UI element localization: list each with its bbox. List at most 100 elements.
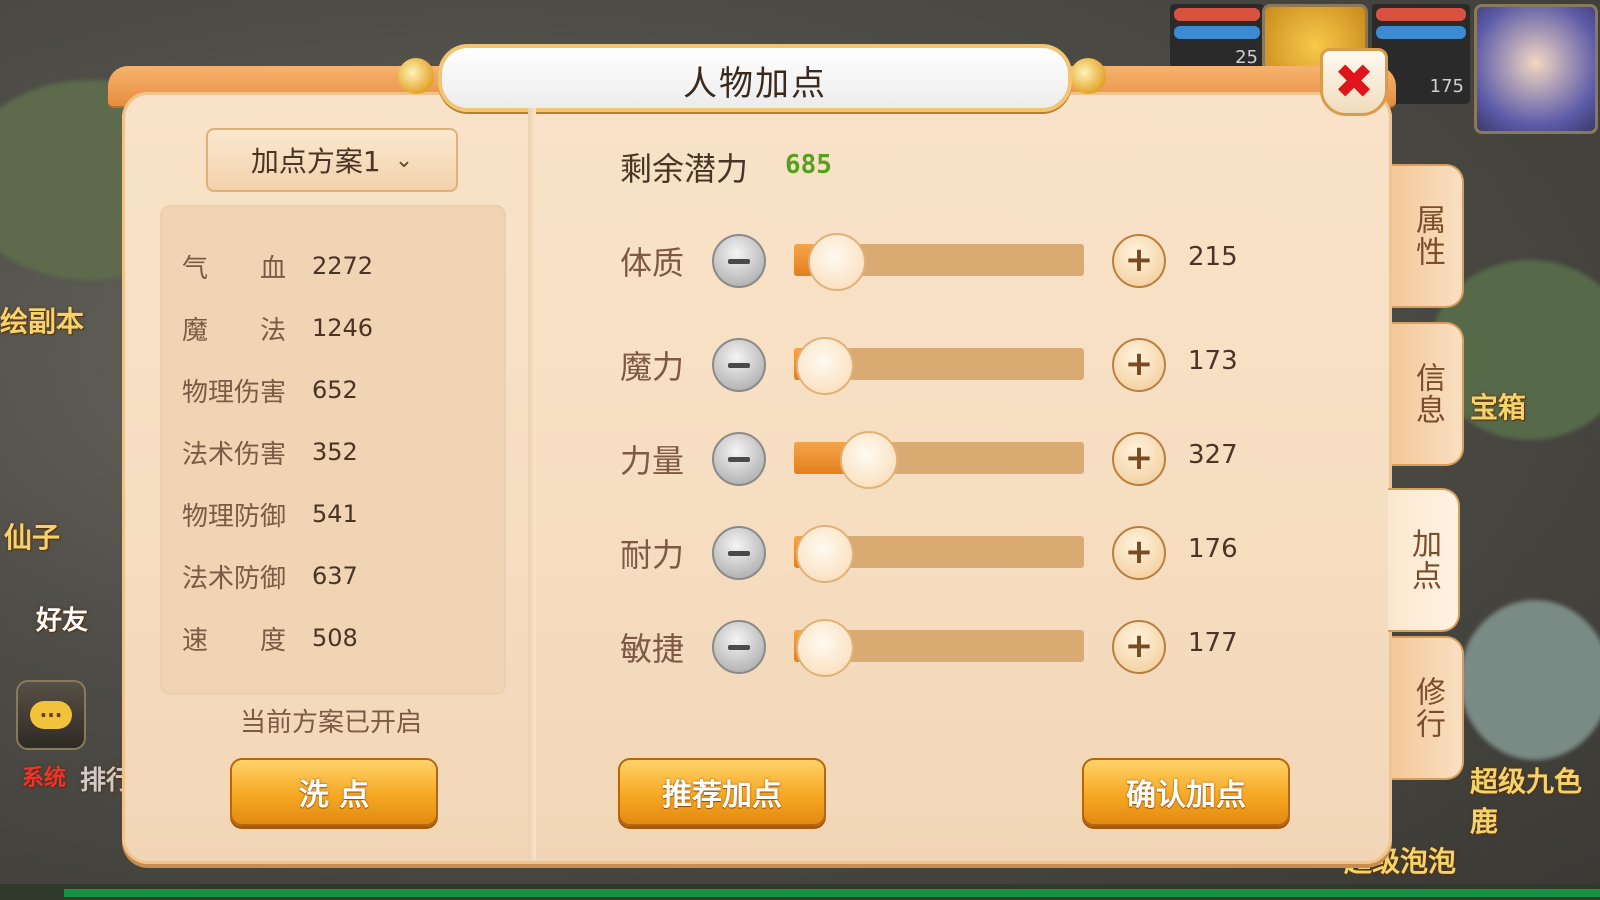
stat-row: 速 度 508 <box>182 618 358 658</box>
title-plate: 人物加点 <box>438 44 1072 112</box>
bg-label-dungeon[interactable]: 绘副本 <box>0 300 84 340</box>
close-icon: ✖ <box>1333 54 1375 110</box>
player-avatar[interactable] <box>1474 4 1598 134</box>
stat-value: 508 <box>312 624 358 652</box>
stat-label: 魔 法 <box>182 315 287 346</box>
recommend-points-button[interactable]: 推荐加点 <box>618 758 826 826</box>
minus-icon <box>728 550 750 556</box>
plus-icon: + <box>1124 437 1154 478</box>
stat-row: 法术伤害 352 <box>182 432 358 472</box>
increase-button[interactable]: + <box>1112 338 1166 392</box>
attribute-value: 177 <box>1188 628 1238 658</box>
stat-label: 法术伤害 <box>182 439 287 470</box>
plus-icon: + <box>1124 625 1154 666</box>
stat-label: 法术防御 <box>182 563 287 594</box>
increase-button[interactable]: + <box>1112 432 1166 486</box>
stat-value: 652 <box>312 376 358 404</box>
decrease-button[interactable] <box>712 526 766 580</box>
pet-level: 25 <box>1235 47 1258 68</box>
plan-dropdown[interactable]: 加点方案1 ⌄ <box>206 128 458 192</box>
decrease-button[interactable] <box>712 432 766 486</box>
minus-icon <box>728 644 750 650</box>
stat-label: 速 度 <box>182 625 287 656</box>
page-title: 人物加点 <box>683 64 827 104</box>
bg-label-friends[interactable]: 好友 <box>36 600 88 637</box>
stat-row: 物理伤害 652 <box>182 370 358 410</box>
close-button[interactable]: ✖ <box>1320 48 1388 116</box>
attribute-value: 215 <box>1188 242 1238 272</box>
bg-label-deer[interactable]: 超级九色鹿 <box>1470 760 1600 840</box>
stat-row: 气 血 2272 <box>182 246 373 286</box>
stat-label: 物理伤害 <box>182 377 287 408</box>
slider-thumb[interactable] <box>807 233 866 291</box>
stat-value: 541 <box>312 500 358 528</box>
column-divider <box>528 108 536 860</box>
chevron-down-icon: ⌄ <box>394 147 414 173</box>
side-tab[interactable]: 信息 <box>1392 322 1464 466</box>
increase-button[interactable]: + <box>1112 526 1166 580</box>
attribute-label: 力量 <box>620 442 685 480</box>
decrease-button[interactable] <box>712 620 766 674</box>
attribute-label: 魔力 <box>620 348 685 386</box>
plus-icon: + <box>1124 343 1154 384</box>
mp-bar <box>1376 26 1466 39</box>
bg-label-fairy[interactable]: 仙子 <box>4 516 60 556</box>
attribute-value: 327 <box>1188 440 1238 470</box>
side-tab-label: 属性 <box>1410 204 1445 268</box>
stat-row: 魔 法 1246 <box>182 308 373 348</box>
increase-button[interactable]: + <box>1112 620 1166 674</box>
side-tab-label: 信息 <box>1410 362 1445 426</box>
minus-icon <box>728 456 750 462</box>
side-tab-label: 修行 <box>1410 676 1445 740</box>
stat-label: 物理防御 <box>182 501 287 532</box>
stat-value: 1246 <box>312 314 374 342</box>
pet-status-bars: 25 <box>1170 4 1264 68</box>
slider-thumb[interactable] <box>839 431 898 489</box>
hp-bar <box>1376 8 1466 21</box>
experience-fill <box>64 889 1600 897</box>
plus-icon: + <box>1124 531 1154 572</box>
scene-creature <box>1460 600 1600 760</box>
minus-icon <box>728 258 750 264</box>
side-tab-label: 加点 <box>1406 528 1441 592</box>
increase-button[interactable]: + <box>1112 234 1166 288</box>
mp-bar <box>1174 26 1260 39</box>
stat-row: 法术防御 637 <box>182 556 358 596</box>
attribute-slider[interactable] <box>794 233 1084 291</box>
ornament-left-icon <box>398 58 434 94</box>
attribute-value: 176 <box>1188 534 1238 564</box>
slider-thumb[interactable] <box>796 337 854 395</box>
slider-thumb[interactable] <box>796 619 854 677</box>
plus-icon: + <box>1124 239 1154 280</box>
attribute-slider[interactable] <box>794 619 1084 677</box>
plan-status-text: 当前方案已开启 <box>239 708 422 738</box>
bg-label-system: 系统 <box>22 766 67 791</box>
decrease-button[interactable] <box>712 234 766 288</box>
side-tab[interactable]: 修行 <box>1392 636 1464 780</box>
hp-bar <box>1174 8 1260 21</box>
remaining-potential-label: 剩余潜力 <box>620 150 749 188</box>
attribute-label: 敏捷 <box>620 630 685 668</box>
minus-icon <box>728 362 750 368</box>
attribute-slider[interactable] <box>794 337 1084 395</box>
side-tab[interactable]: 加点 <box>1388 488 1460 632</box>
player-level: 175 <box>1429 76 1464 97</box>
ornament-right-icon <box>1070 58 1106 94</box>
attribute-slider[interactable] <box>794 525 1084 583</box>
confirm-points-button[interactable]: 确认加点 <box>1082 758 1290 826</box>
side-tab[interactable]: 属性 <box>1392 164 1464 308</box>
slider-thumb[interactable] <box>796 525 854 583</box>
chat-icon: ··· <box>29 701 73 729</box>
experience-bar <box>0 884 1600 900</box>
chat-button[interactable]: ··· <box>16 680 86 750</box>
stat-label: 气 血 <box>182 253 287 284</box>
attribute-slider[interactable] <box>794 431 1084 489</box>
stat-value: 352 <box>312 438 358 466</box>
reset-points-button[interactable]: 洗 点 <box>230 758 438 826</box>
attribute-label: 耐力 <box>620 536 685 574</box>
bg-label-chest[interactable]: 宝箱 <box>1470 386 1526 426</box>
decrease-button[interactable] <box>712 338 766 392</box>
plan-dropdown-label: 加点方案1 <box>250 145 381 178</box>
attribute-label: 体质 <box>620 244 685 282</box>
remaining-potential-value: 685 <box>785 150 832 180</box>
